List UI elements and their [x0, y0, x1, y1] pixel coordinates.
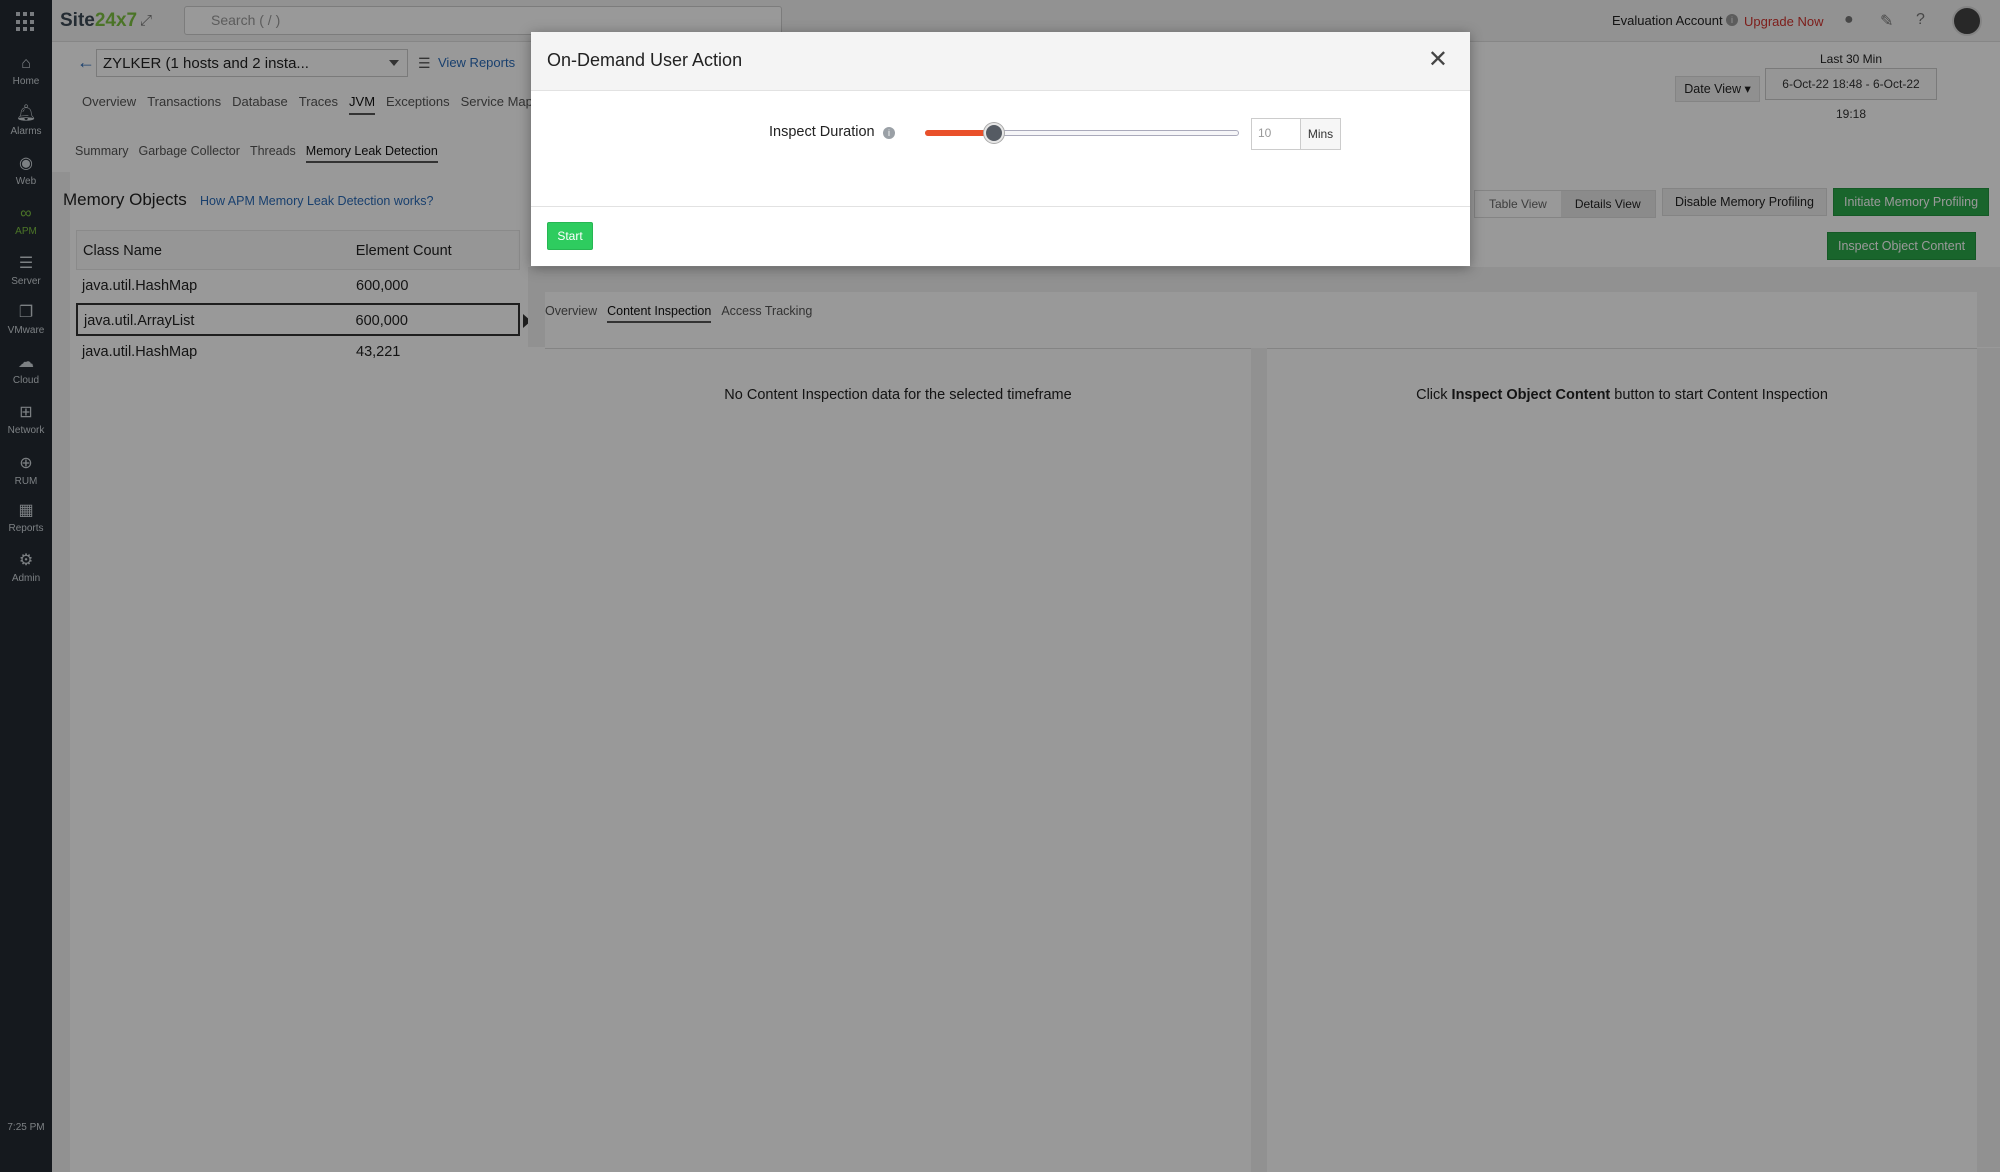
inspect-duration-label: Inspect Duration	[769, 124, 875, 140]
duration-unit: Mins	[1300, 118, 1341, 150]
on-demand-user-action-dialog: On-Demand User Action ✕ Inspect Duration…	[531, 32, 1470, 266]
duration-input[interactable]: 10	[1251, 118, 1301, 150]
close-icon[interactable]: ✕	[1428, 48, 1448, 72]
duration-slider-handle[interactable]	[984, 123, 1005, 143]
dialog-body: Inspect Duration i 10 Mins	[531, 91, 1470, 207]
dialog-header: On-Demand User Action ✕	[531, 32, 1470, 91]
dialog-title: On-Demand User Action	[547, 50, 743, 70]
start-button[interactable]: Start	[547, 222, 593, 250]
dialog-footer: Start	[531, 207, 1470, 266]
info-icon[interactable]: i	[883, 127, 895, 139]
